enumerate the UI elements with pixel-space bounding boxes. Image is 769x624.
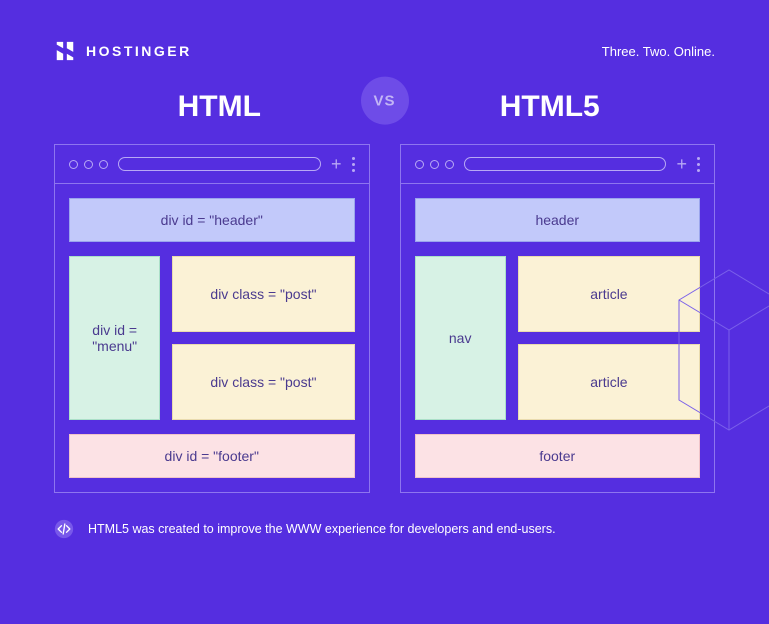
browser-chrome: + [401,145,715,184]
window-dots-icon [415,160,454,169]
more-vertical-icon [352,157,355,172]
middle-row: nav article article [415,256,701,420]
left-panel: + div id = "header" div id = "menu" div … [54,144,370,493]
article-block: article [518,256,700,332]
left-title: HTML [54,90,385,124]
article-block: div class = "post" [172,344,354,420]
address-bar-icon [464,157,667,171]
titles-row: HTML VS HTML5 [0,62,769,144]
panels-row: + div id = "header" div id = "menu" div … [0,144,769,493]
address-bar-icon [118,157,321,171]
nav-block: div id = "menu" [69,256,160,420]
right-title: HTML5 [385,90,716,124]
header-block: header [415,198,701,242]
footer-block: div id = "footer" [69,434,355,478]
brand-logo: HOSTINGER [54,40,192,62]
plus-icon: + [676,155,687,173]
right-panel: + header nav article article footer [400,144,716,493]
tagline: Three. Two. Online. [602,44,715,59]
articles-column: article article [518,256,700,420]
more-vertical-icon [697,157,700,172]
hostinger-logo-icon [54,40,76,62]
code-icon [54,519,74,539]
vs-badge: VS [361,77,409,125]
window-dots-icon [69,160,108,169]
nav-block: nav [415,256,506,420]
panel-body: div id = "header" div id = "menu" div cl… [55,184,369,492]
caption-text: HTML5 was created to improve the WWW exp… [88,522,556,536]
articles-column: div class = "post" div class = "post" [172,256,354,420]
header-block: div id = "header" [69,198,355,242]
footer-block: footer [415,434,701,478]
header-row: HOSTINGER Three. Two. Online. [0,0,769,62]
panel-body: header nav article article footer [401,184,715,492]
article-block: article [518,344,700,420]
article-block: div class = "post" [172,256,354,332]
brand-name: HOSTINGER [86,43,192,59]
plus-icon: + [331,155,342,173]
footer-caption: HTML5 was created to improve the WWW exp… [0,493,769,539]
middle-row: div id = "menu" div class = "post" div c… [69,256,355,420]
browser-chrome: + [55,145,369,184]
